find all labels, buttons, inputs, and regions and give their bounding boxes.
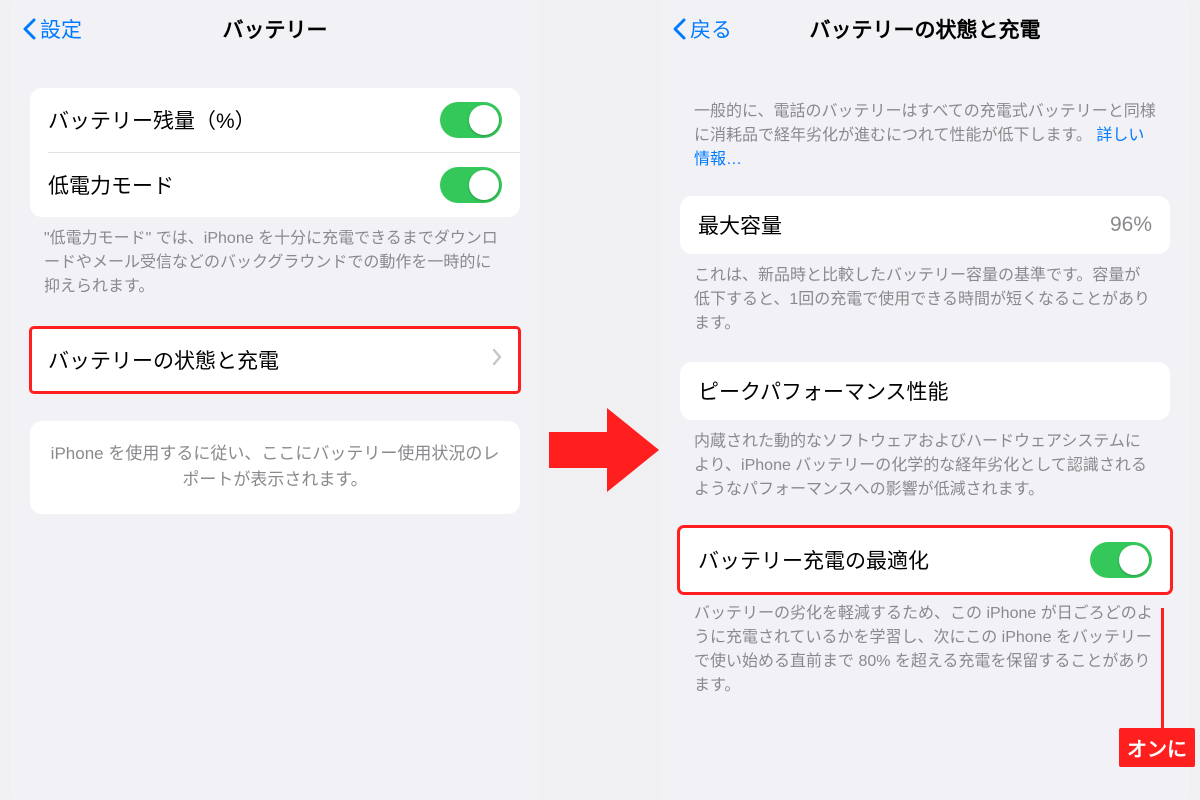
row-label: バッテリー充電の最適化 <box>698 545 929 575</box>
row-optimized-charging[interactable]: バッテリー充電の最適化 <box>680 528 1170 592</box>
row-battery-percent[interactable]: バッテリー残量（%） <box>30 88 520 152</box>
row-peak-performance[interactable]: ピークパフォーマンス性能 <box>680 362 1170 420</box>
optimized-charging-card: バッテリー充電の最適化 <box>680 528 1170 592</box>
switch-low-power[interactable] <box>440 167 502 203</box>
max-capacity-value: 96% <box>1110 213 1152 237</box>
usage-placeholder-card: iPhone を使用するに従い、ここにバッテリー使用状況のレポートが表示されます… <box>30 421 520 514</box>
row-label: 低電力モード <box>48 170 174 200</box>
usage-placeholder-text: iPhone を使用するに従い、ここにバッテリー使用状況のレポートが表示されます… <box>51 444 500 489</box>
intro-text: 一般的に、電話のバッテリーはすべての充電式バッテリーと同様に消耗品で経年劣化が進… <box>694 100 1156 172</box>
arrow-icon <box>549 404 659 496</box>
row-label: ピークパフォーマンス性能 <box>698 376 949 406</box>
switch-optimized-charging[interactable] <box>1090 542 1152 578</box>
max-capacity-card: 最大容量 96% <box>680 196 1170 254</box>
max-capacity-description: これは、新品時と比較したバッテリー容量の基準です。容量が低下すると、1回の充電で… <box>694 264 1156 336</box>
toggles-card: バッテリー残量（%） 低電力モード <box>30 88 520 217</box>
lowpower-description: "低電力モード" では、iPhone を十分に充電できるまでダウンロードやメール… <box>44 227 506 299</box>
on-badge: オンに <box>1119 728 1195 767</box>
row-label: 最大容量 <box>698 210 782 240</box>
switch-battery-percent[interactable] <box>440 102 502 138</box>
on-badge-text: オンに <box>1127 739 1187 761</box>
back-label: 設定 <box>40 14 82 44</box>
chevron-left-icon <box>22 18 36 40</box>
nav-bar: 設定 バッテリー <box>10 0 540 58</box>
page-title: バッテリー <box>223 14 328 44</box>
row-low-power[interactable]: 低電力モード <box>30 153 520 217</box>
chevron-right-icon <box>492 348 502 372</box>
row-label: バッテリー残量（%） <box>48 105 256 135</box>
phone-left: 設定 バッテリー バッテリー残量（%） 低電力モード "低電力モード" では、i… <box>10 0 540 800</box>
back-button[interactable]: 戻る <box>672 14 732 44</box>
row-battery-health-link[interactable]: バッテリーの状態と充電 <box>30 327 520 393</box>
back-button[interactable]: 設定 <box>22 14 82 44</box>
page-title: バッテリーの状態と充電 <box>810 14 1041 44</box>
back-label: 戻る <box>690 14 732 44</box>
peak-performance-description: 内蔵された動的なソフトウェアおよびハードウェアシステムにより、iPhone バッ… <box>694 430 1156 502</box>
row-max-capacity[interactable]: 最大容量 96% <box>680 196 1170 254</box>
intro-body: 一般的に、電話のバッテリーはすべての充電式バッテリーと同様に消耗品で経年劣化が進… <box>694 103 1156 144</box>
nav-bar: 戻る バッテリーの状態と充電 <box>660 0 1190 58</box>
peak-performance-card: ピークパフォーマンス性能 <box>680 362 1170 420</box>
optimized-charging-description: バッテリーの劣化を軽減するため、この iPhone が日ごろどのように充電されて… <box>694 602 1156 698</box>
chevron-left-icon <box>672 18 686 40</box>
annotation-line <box>1161 608 1164 730</box>
row-label: バッテリーの状態と充電 <box>48 345 279 375</box>
phone-right: 戻る バッテリーの状態と充電 一般的に、電話のバッテリーはすべての充電式バッテリ… <box>660 0 1190 800</box>
